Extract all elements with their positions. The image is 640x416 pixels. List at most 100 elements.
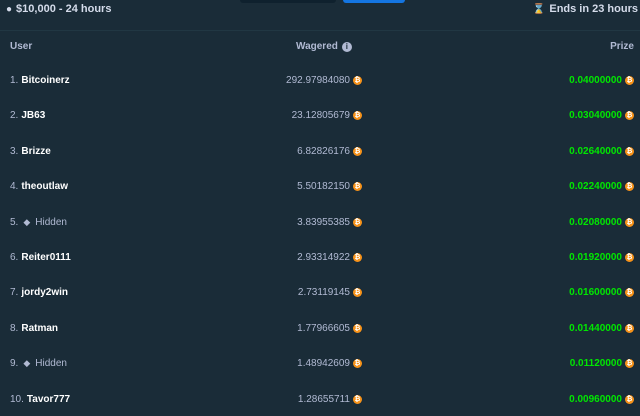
wagered-amount: 1.48942609 bbox=[297, 358, 350, 370]
table-row: 4. theoutlaw 5.50182150 ₿ 0.02240000 ₿ bbox=[0, 168, 640, 203]
prize-cell: 0.01920000 ₿ bbox=[569, 252, 634, 263]
table-row: 3. Brizze 6.82826176 ₿ 0.02640000 ₿ bbox=[0, 133, 640, 168]
btc-icon: ₿ bbox=[353, 146, 362, 156]
btc-icon: ₿ bbox=[353, 288, 362, 298]
username: Hidden bbox=[35, 216, 67, 228]
timer-icon: ⌛ bbox=[532, 3, 546, 15]
btc-icon: ₿ bbox=[353, 182, 362, 192]
btc-icon: ₿ bbox=[353, 359, 362, 369]
btc-icon: ₿ bbox=[625, 288, 634, 298]
hidden-user-icon: ◆ bbox=[23, 216, 31, 227]
prize-pool-label: $10,000 - 24 hours bbox=[16, 3, 112, 15]
col-wagered-label: Wagered bbox=[296, 41, 338, 52]
prize-amount: 0.01600000 bbox=[569, 287, 622, 299]
prize-amount: 0.01440000 bbox=[569, 322, 622, 334]
btc-icon: ₿ bbox=[625, 394, 634, 404]
wagered-amount: 1.28655711 bbox=[297, 393, 350, 405]
wagered-cell: 1.77966605 ₿ bbox=[240, 323, 362, 334]
prize-cell: 0.01120000 ₿ bbox=[570, 358, 634, 369]
col-prize-header: Prize bbox=[610, 41, 634, 52]
table-header: User Wagered i Prize bbox=[0, 30, 640, 62]
prize-cell: 0.01440000 ₿ bbox=[569, 323, 634, 334]
user-cell: 5. ◆ Hidden bbox=[10, 217, 67, 228]
username[interactable]: Tavor777 bbox=[27, 394, 70, 405]
top-bar: ● $10,000 - 24 hours ⌛ Ends in 23 hours bbox=[0, 0, 640, 31]
table-body: 1. Bitcoinerz 292.97984080 ₿ 0.04000000 ₿ 2. JB… bbox=[0, 62, 640, 416]
table-row: 5. ◆ Hidden 3.83955385 ₿ 0.02080000 ₿ bbox=[0, 204, 640, 239]
wagered-cell: 5.50182150 ₿ bbox=[240, 181, 362, 192]
user-cell: 6. Reiter0111 bbox=[10, 252, 71, 263]
col-user-header: User bbox=[10, 41, 33, 52]
prize-amount: 0.02240000 bbox=[569, 181, 622, 193]
username[interactable]: Ratman bbox=[21, 323, 58, 334]
username: Hidden bbox=[35, 358, 67, 370]
rank: 4. bbox=[10, 181, 19, 193]
rank: 3. bbox=[10, 145, 19, 157]
table-row: 1. Bitcoinerz 292.97984080 ₿ 0.04000000 ₿ bbox=[0, 62, 640, 97]
rank: 2. bbox=[10, 110, 19, 122]
table-row: 6. Reiter0111 2.93314922 ₿ 0.01920000 ₿ bbox=[0, 239, 640, 274]
rank: 6. bbox=[10, 251, 19, 263]
btc-icon: ₿ bbox=[625, 217, 634, 227]
tab-stub-left[interactable] bbox=[240, 0, 336, 3]
tab-stub-active[interactable] bbox=[343, 0, 405, 3]
btc-icon: ₿ bbox=[625, 146, 634, 156]
prize-cell: 0.02640000 ₿ bbox=[569, 146, 634, 157]
btc-icon: ₿ bbox=[353, 111, 362, 121]
prize-cell: 0.03040000 ₿ bbox=[569, 110, 634, 121]
prize-cell: 0.04000000 ₿ bbox=[569, 75, 634, 86]
wagered-amount: 2.73119145 bbox=[297, 287, 350, 299]
username[interactable]: Bitcoinerz bbox=[21, 75, 69, 86]
user-cell: 10. Tavor777 bbox=[10, 394, 70, 405]
btc-icon: ₿ bbox=[625, 323, 634, 333]
btc-icon: ₿ bbox=[625, 76, 634, 85]
wagered-cell: 3.83955385 ₿ bbox=[240, 217, 362, 228]
wagered-amount: 6.82826176 bbox=[297, 145, 350, 157]
wagered-amount: 5.50182150 bbox=[297, 181, 350, 193]
table-row: 7. jordy2win 2.73119145 ₿ 0.01600000 ₿ bbox=[0, 274, 640, 309]
username[interactable]: jordy2win bbox=[21, 287, 68, 298]
wagered-cell: 2.73119145 ₿ bbox=[240, 287, 362, 298]
rank: 1. bbox=[10, 75, 19, 86]
ends-in-label: Ends in 23 hours bbox=[549, 3, 638, 15]
username[interactable]: JB63 bbox=[21, 110, 45, 121]
table-row: 10. Tavor777 1.28655711 ₿ 0.00960000 ₿ bbox=[0, 381, 640, 416]
prize-amount: 0.01920000 bbox=[569, 251, 622, 263]
wagered-amount: 292.97984080 bbox=[286, 75, 350, 86]
username[interactable]: Reiter0111 bbox=[21, 252, 71, 263]
user-cell: 4. theoutlaw bbox=[10, 181, 68, 192]
rank: 9. bbox=[10, 358, 19, 370]
rank: 7. bbox=[10, 287, 19, 299]
prize-amount: 0.03040000 bbox=[569, 110, 622, 122]
leaderboard-table: User Wagered i Prize 1. Bitcoinerz 292.979… bbox=[0, 30, 640, 416]
btc-icon: ₿ bbox=[353, 323, 362, 333]
table-row: 8. Ratman 1.77966605 ₿ 0.01440000 ₿ bbox=[0, 310, 640, 345]
wagered-cell: 23.12805679 ₿ bbox=[240, 110, 362, 121]
prize-amount: 0.02080000 bbox=[569, 216, 622, 228]
user-cell: 3. Brizze bbox=[10, 146, 51, 157]
user-cell: 7. jordy2win bbox=[10, 287, 68, 298]
btc-icon: ₿ bbox=[625, 111, 634, 121]
user-cell: 8. Ratman bbox=[10, 323, 58, 334]
prize-amount: 0.01120000 bbox=[569, 358, 622, 370]
table-row: 9. ◆ Hidden 1.48942609 ₿ 0.01120000 ₿ bbox=[0, 345, 640, 380]
username[interactable]: Brizze bbox=[21, 146, 50, 157]
btc-icon: ₿ bbox=[353, 394, 362, 404]
wagered-cell: 292.97984080 ₿ bbox=[240, 75, 362, 86]
prize-cell: 0.00960000 ₿ bbox=[569, 394, 634, 405]
btc-icon: ₿ bbox=[353, 217, 362, 227]
username[interactable]: theoutlaw bbox=[21, 181, 68, 192]
user-cell: 1. Bitcoinerz bbox=[10, 75, 70, 86]
wagered-cell: 1.48942609 ₿ bbox=[240, 358, 362, 369]
prize-cell: 0.02080000 ₿ bbox=[569, 217, 634, 228]
table-row: 2. JB63 23.12805679 ₿ 0.03040000 ₿ bbox=[0, 97, 640, 132]
prize-amount: 0.00960000 bbox=[569, 393, 622, 405]
prize-cell: 0.02240000 ₿ bbox=[569, 181, 634, 192]
wagered-amount: 1.77966605 bbox=[297, 322, 350, 334]
wagered-cell: 1.28655711 ₿ bbox=[240, 394, 362, 405]
rank: 8. bbox=[10, 322, 19, 334]
rank: 10. bbox=[10, 393, 24, 405]
info-icon[interactable]: i bbox=[341, 41, 352, 52]
prize-amount: 0.02640000 bbox=[569, 145, 622, 157]
btc-icon: ₿ bbox=[353, 252, 362, 262]
